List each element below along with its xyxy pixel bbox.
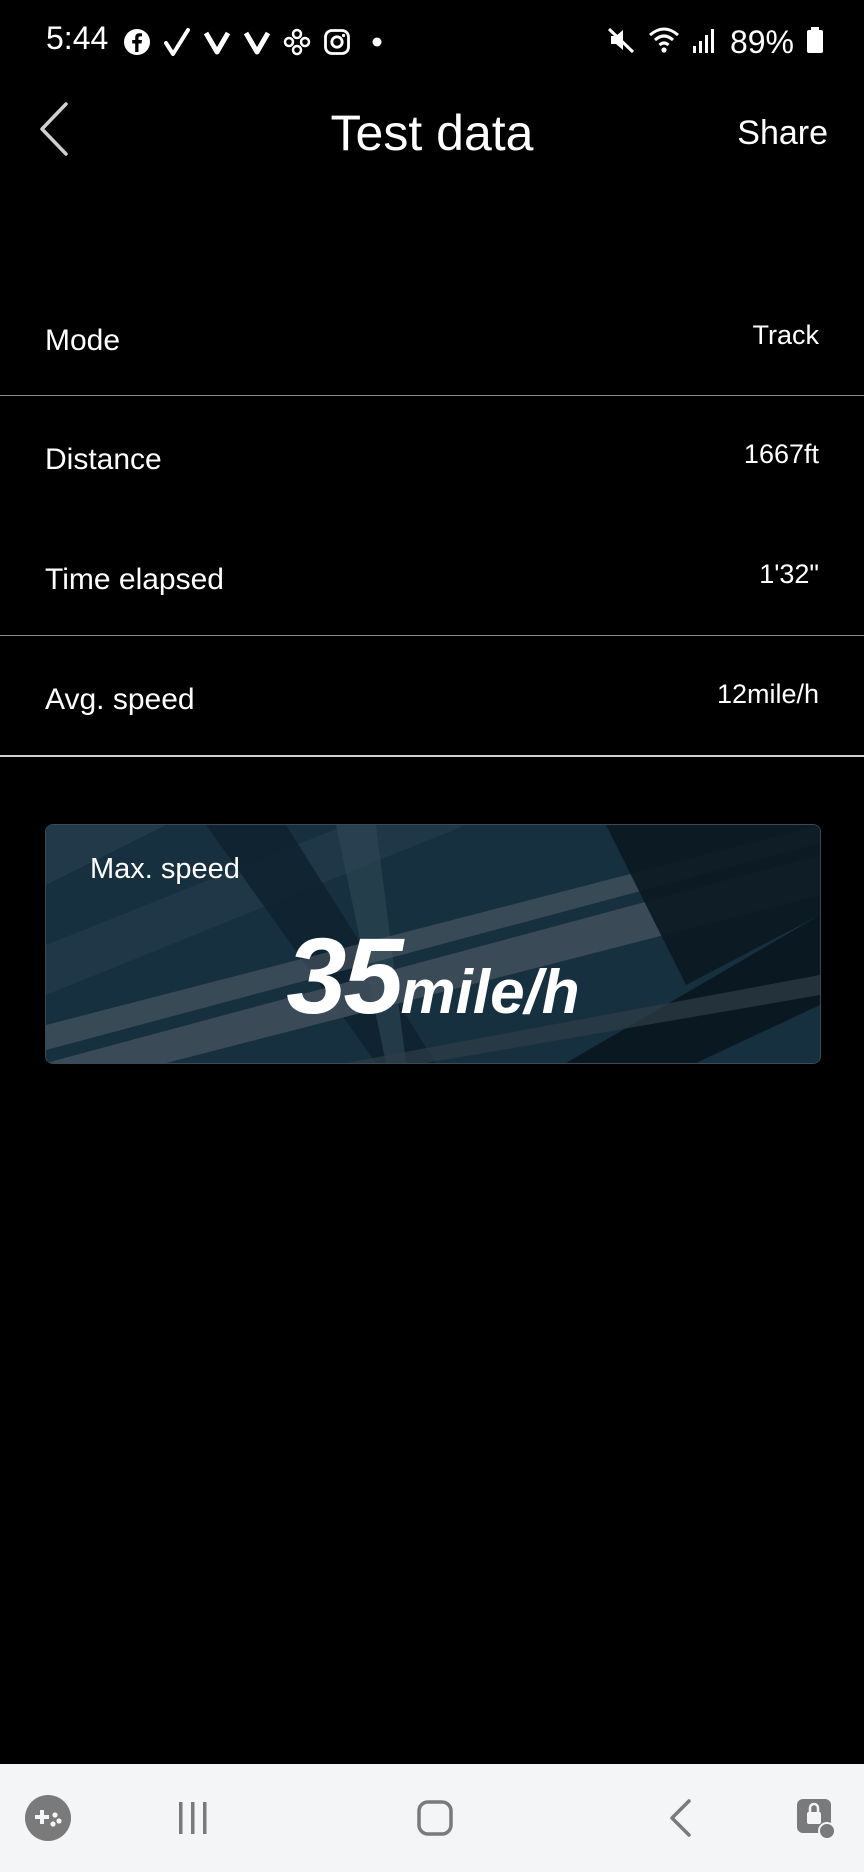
screen-lock-button[interactable] bbox=[786, 1764, 846, 1872]
divider bbox=[0, 635, 864, 636]
recent-apps-button[interactable] bbox=[160, 1764, 226, 1872]
share-button[interactable]: Share bbox=[737, 114, 828, 153]
max-speed-unit: mile/h bbox=[400, 958, 580, 1027]
row-value: Track bbox=[752, 320, 820, 350]
nav-back-button[interactable] bbox=[650, 1764, 710, 1872]
home-icon bbox=[417, 1800, 453, 1836]
instagram-icon bbox=[322, 27, 352, 57]
recent-apps-icon bbox=[179, 1802, 207, 1834]
battery-percent: 89% bbox=[729, 23, 794, 60]
max-speed-label: Max. speed bbox=[90, 853, 240, 885]
row-value: 12mile/h bbox=[716, 679, 819, 709]
v-icon bbox=[202, 27, 232, 57]
game-booster-icon bbox=[25, 1795, 71, 1841]
divider bbox=[0, 395, 864, 396]
row-label: Mode bbox=[45, 324, 121, 357]
wifi-icon bbox=[648, 26, 680, 59]
facebook-icon bbox=[122, 27, 152, 57]
check-icon bbox=[162, 27, 192, 57]
row-label: Avg. speed bbox=[45, 683, 195, 716]
row-label: Time elapsed bbox=[45, 563, 224, 596]
row-value: 1667ft bbox=[743, 439, 819, 469]
row-mode: Mode Track bbox=[0, 284, 864, 402]
notification-icons bbox=[122, 24, 392, 60]
row-value: 1'32" bbox=[759, 559, 819, 589]
home-button[interactable] bbox=[400, 1764, 470, 1872]
touch-lock-icon bbox=[797, 1799, 836, 1840]
game-pad-icon bbox=[282, 27, 312, 57]
battery-icon bbox=[806, 26, 824, 59]
app-header: Test data Share bbox=[0, 84, 864, 184]
dot-icon bbox=[362, 27, 392, 57]
row-distance: Distance 1667ft bbox=[0, 403, 864, 521]
status-time: 5:44 bbox=[46, 20, 109, 56]
max-speed-value: 35mile/h bbox=[46, 913, 820, 1038]
mute-icon bbox=[606, 25, 636, 60]
system-icons: 89% bbox=[606, 22, 824, 62]
signal-icon bbox=[692, 26, 718, 59]
max-speed-card: Max. speed 35mile/h bbox=[45, 824, 821, 1064]
row-time-elapsed: Time elapsed 1'32" bbox=[0, 523, 864, 641]
game-booster-button[interactable] bbox=[20, 1764, 76, 1872]
row-label: Distance bbox=[45, 443, 162, 476]
page-title: Test data bbox=[330, 105, 534, 161]
row-avg-speed: Avg. speed 12mile/h bbox=[0, 643, 864, 761]
status-bar: 5:44 89% bbox=[0, 0, 864, 84]
divider bbox=[0, 755, 864, 757]
back-arrow-icon bbox=[670, 1799, 691, 1837]
system-nav-bar bbox=[0, 1764, 864, 1872]
max-speed-number: 35 bbox=[286, 915, 403, 1036]
v-icon bbox=[242, 27, 272, 57]
